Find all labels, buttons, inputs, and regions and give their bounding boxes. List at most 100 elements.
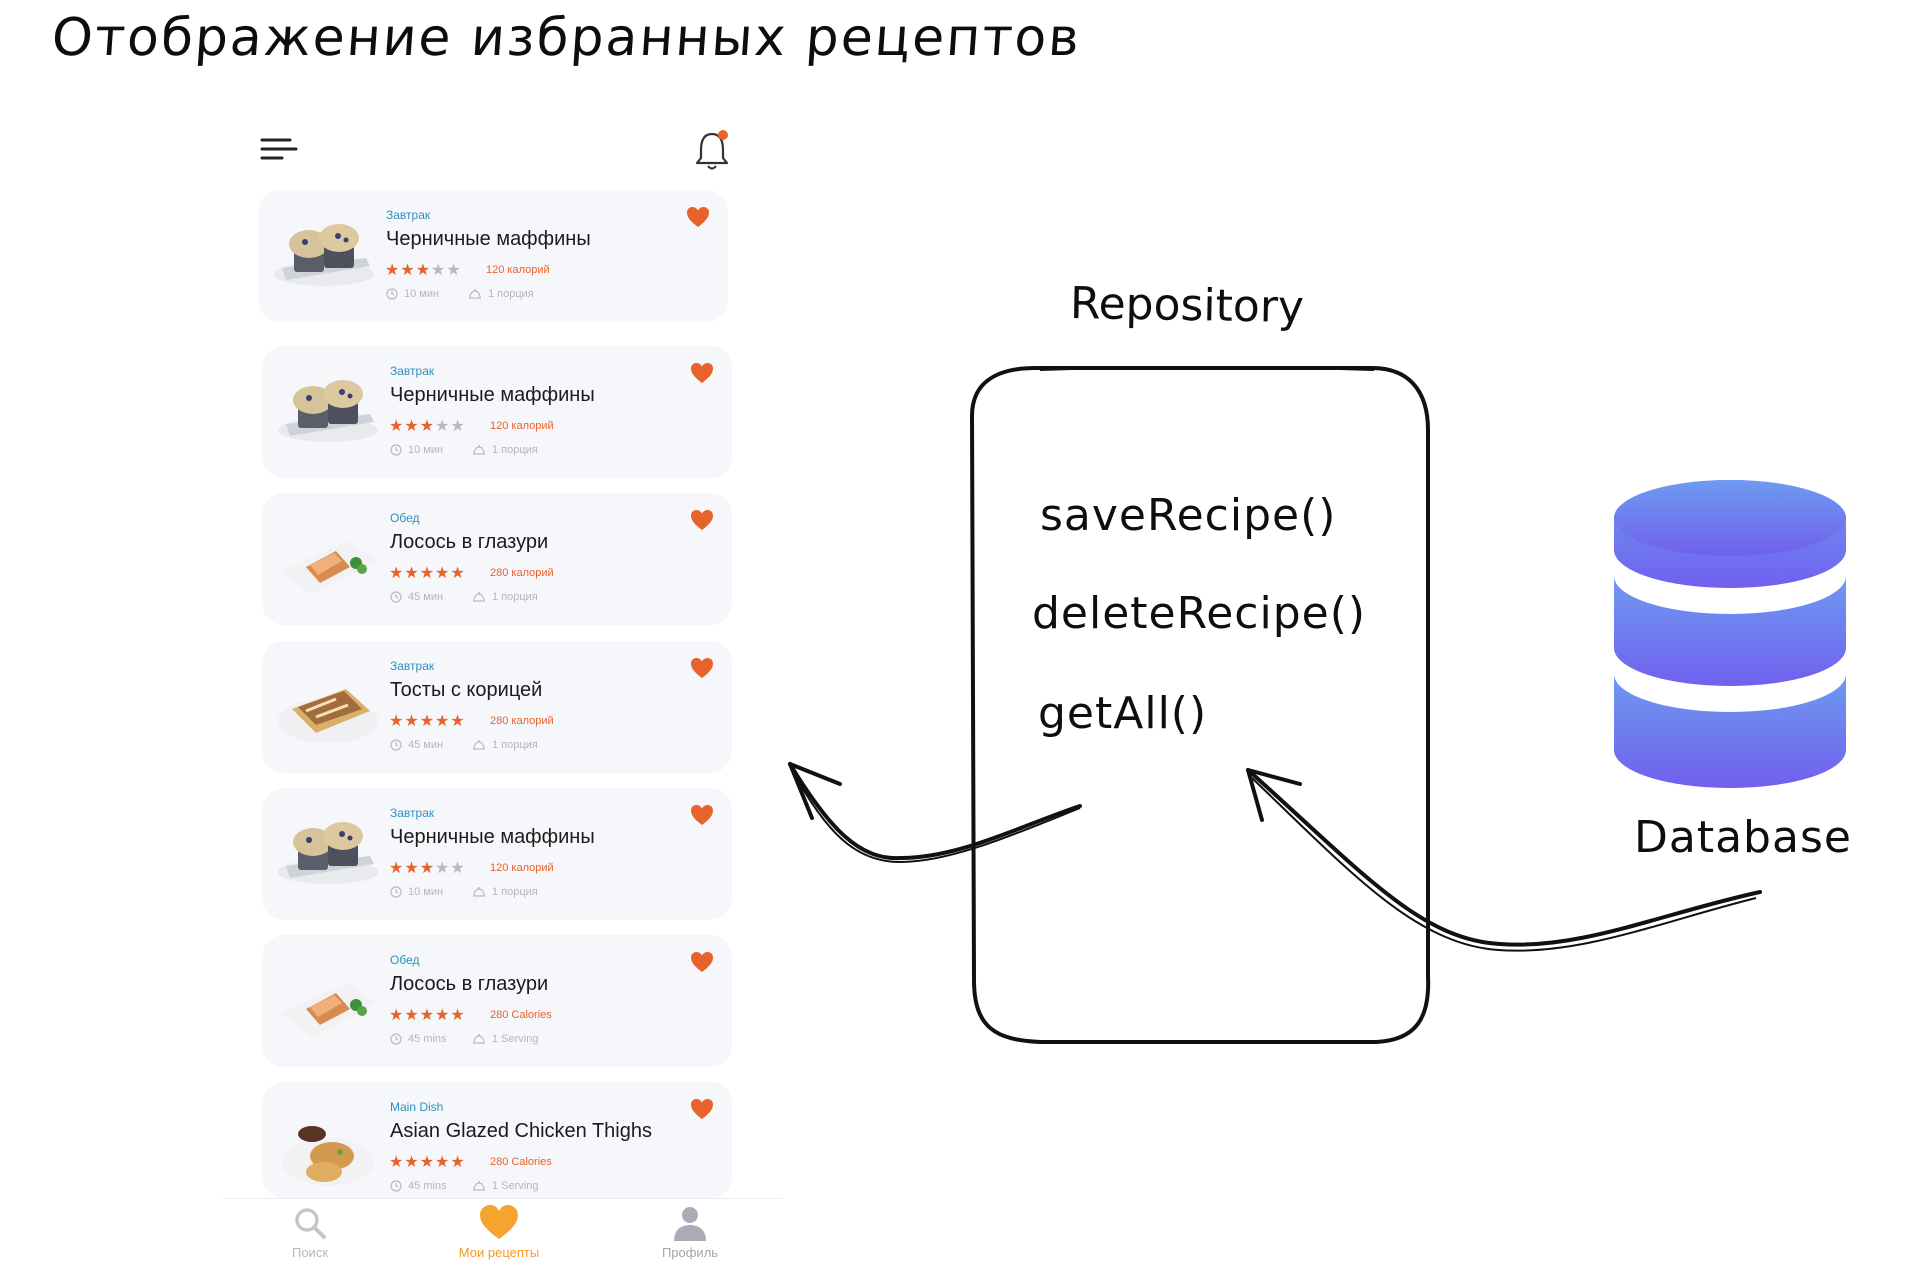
star-icon: ★ (400, 262, 416, 279)
recipe-servings: 1 порция (472, 886, 538, 898)
serving-dish-icon (473, 740, 485, 750)
favorite-heart-icon[interactable] (690, 362, 714, 384)
star-icon: ★ (419, 1007, 436, 1024)
clock-icon (390, 591, 402, 603)
star-icon: ★ (435, 1154, 451, 1171)
star-icon: ★ (450, 418, 466, 435)
recipe-name: Лосось в глазури (390, 973, 549, 995)
clock-icon (386, 288, 398, 300)
recipe-calories: 120 калорий (490, 862, 554, 874)
clock-icon (390, 739, 402, 751)
recipe-servings-label: 1 порция (492, 591, 538, 603)
star-icon: ★ (431, 262, 447, 279)
recipe-rating: ★★★★★ (389, 563, 466, 583)
recipe-calories: 280 калорий (490, 567, 554, 579)
recipe-category: Завтрак (390, 659, 435, 673)
serving-dish-icon (473, 1034, 485, 1044)
nav-search[interactable]: Поиск (240, 1205, 380, 1260)
recipe-rating: ★★★★★ (389, 711, 466, 731)
recipe-card[interactable]: Завтрак Черничные маффины ★★★★★ 120 калорий… (262, 788, 732, 920)
recipe-category: Обед (390, 953, 420, 967)
favorite-heart-icon[interactable] (690, 804, 714, 826)
menu-icon[interactable] (260, 134, 300, 164)
recipe-servings: 1 порция (472, 591, 538, 603)
recipe-image (274, 224, 374, 286)
recipe-card[interactable]: Завтрак Тосты с корицей ★★★★★ 280 калорий 45… (262, 641, 732, 773)
star-icon: ★ (404, 1154, 420, 1171)
star-icon: ★ (450, 565, 466, 582)
recipe-card[interactable]: Обед Лосось в глазури ★★★★★ 280 Calories 45 … (262, 935, 732, 1067)
recipe-category: Завтрак (390, 364, 435, 378)
star-icon: ★ (435, 860, 451, 877)
recipe-name: Тосты с корицей (390, 679, 543, 701)
nav-my-recipes[interactable]: Мои рецепты (429, 1205, 569, 1260)
recipe-card[interactable]: Завтрак Черничные маффины ★★★★★ 120 калорий… (262, 346, 732, 478)
recipe-servings: 1 Serving (472, 1180, 538, 1192)
recipe-time: 10 мин (390, 444, 443, 456)
recipe-servings-label: 1 Serving (492, 1033, 539, 1045)
star-icon: ★ (450, 713, 466, 730)
star-icon: ★ (404, 418, 420, 435)
favorite-heart-icon[interactable] (690, 1098, 714, 1120)
serving-dish-icon (469, 289, 481, 299)
recipe-servings: 1 порция (468, 288, 534, 300)
recipe-servings: 1 порция (472, 739, 538, 751)
recipe-card[interactable]: Обед Лосось в глазури ★★★★★ 280 калорий 45 м… (262, 493, 732, 625)
recipe-time-label: 45 mins (408, 1033, 447, 1045)
recipe-servings-label: 1 порция (492, 886, 538, 898)
recipe-calories: 280 Calories (490, 1156, 552, 1168)
recipe-image (282, 1126, 374, 1186)
favorite-heart-icon[interactable] (690, 509, 714, 531)
method-get-all: getAll() (1038, 688, 1208, 739)
recipe-card[interactable]: Main Dish Asian Glazed Chicken Thighs ★★★★… (262, 1082, 732, 1198)
recipe-category: Обед (390, 511, 420, 525)
user-icon (674, 1207, 706, 1241)
recipe-servings: 1 Serving (472, 1033, 538, 1045)
recipe-rating: ★★★★★ (389, 858, 466, 878)
canvas: Отображение избранных рецептов Завтрак Че… (0, 0, 1906, 1278)
recipe-time: 45 mins (390, 1033, 447, 1045)
bell-icon[interactable] (692, 128, 732, 172)
star-icon: ★ (389, 713, 405, 730)
recipe-name: Черничные маффины (390, 826, 595, 848)
recipe-image (280, 541, 378, 595)
nav-profile[interactable]: Профиль (620, 1205, 760, 1260)
recipe-time-label: 10 мин (408, 886, 444, 898)
recipe-time-label: 10 мин (404, 288, 440, 300)
recipe-name: Лосось в глазури (390, 531, 549, 553)
recipe-servings-label: 1 порция (488, 288, 534, 300)
star-icon: ★ (389, 1007, 405, 1024)
star-icon: ★ (404, 1007, 420, 1024)
recipe-card[interactable]: Завтрак Черничные маффины ★★★★★ 120 калорий… (258, 190, 728, 322)
clock-icon (390, 886, 402, 898)
search-icon (295, 1208, 326, 1239)
star-icon: ★ (419, 1154, 436, 1171)
recipe-image (278, 689, 378, 743)
recipe-servings: 1 порция (472, 444, 538, 456)
clock-icon (390, 444, 402, 456)
favorite-heart-icon[interactable] (690, 951, 714, 973)
recipe-servings-label: 1 порция (492, 444, 538, 456)
recipe-name: Asian Glazed Chicken Thighs (390, 1120, 652, 1142)
star-icon: ★ (389, 565, 405, 582)
star-icon: ★ (389, 418, 405, 435)
serving-dish-icon (473, 445, 485, 455)
recipe-time-label: 45 мин (408, 739, 444, 751)
recipe-time: 45 mins (390, 1180, 447, 1192)
heart-icon (480, 1205, 518, 1239)
star-icon: ★ (419, 418, 436, 435)
favorite-heart-icon[interactable] (686, 206, 710, 228)
recipe-servings-label: 1 Serving (492, 1180, 539, 1192)
star-icon: ★ (415, 262, 432, 279)
star-icon: ★ (450, 1007, 466, 1024)
recipe-servings-label: 1 порция (492, 739, 538, 751)
star-icon: ★ (404, 565, 420, 582)
star-icon: ★ (389, 1154, 405, 1171)
bottom-nav: Поиск Мои рецепты Профиль (222, 1198, 782, 1278)
recipe-image (278, 822, 378, 884)
star-icon: ★ (404, 860, 420, 877)
favorite-heart-icon[interactable] (690, 657, 714, 679)
recipe-time-label: 45 мин (408, 591, 444, 603)
arrow-to-list (788, 762, 1082, 861)
recipe-image (278, 380, 378, 442)
